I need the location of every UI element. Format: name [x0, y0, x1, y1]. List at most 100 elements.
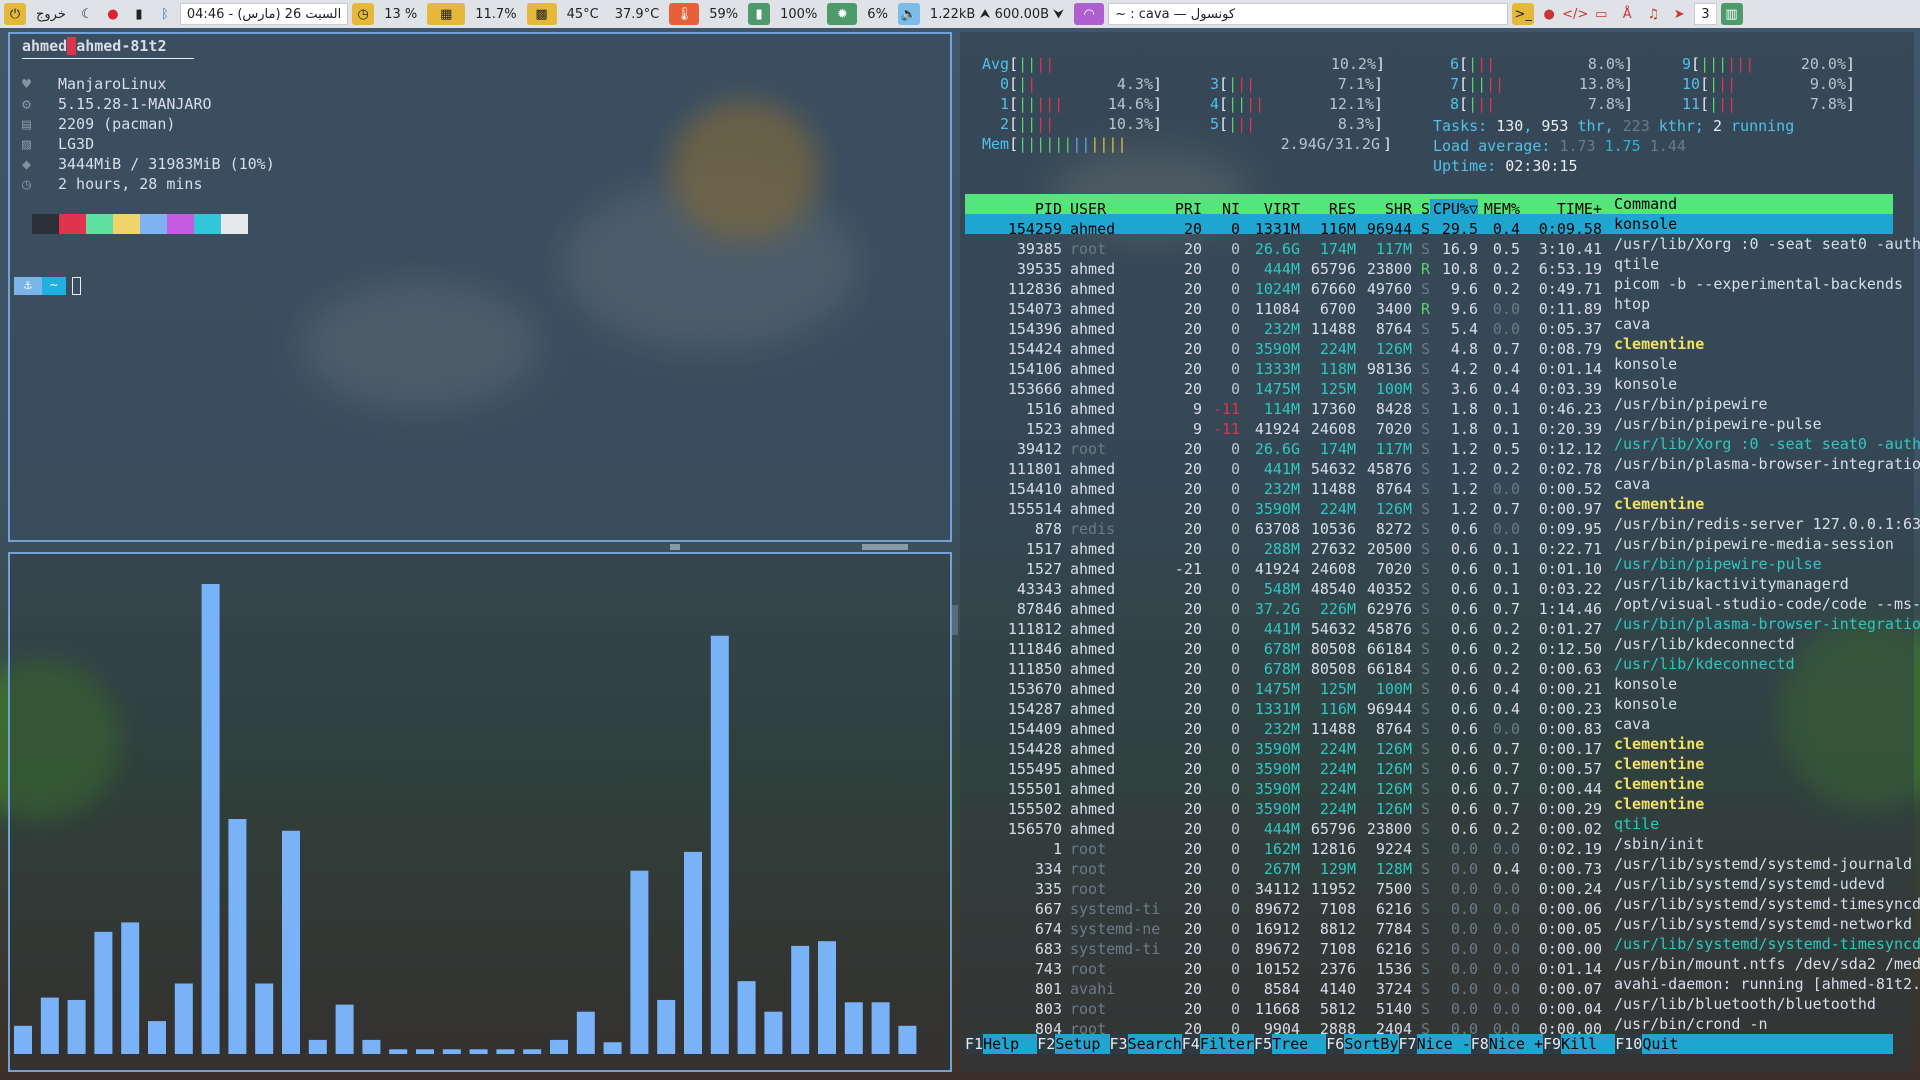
- spectrum-bar: [255, 983, 274, 1054]
- folder-icon[interactable]: ▭: [1590, 3, 1612, 25]
- process-row[interactable]: 154106 ahmed 20 0 1333M 118M 98136 S 4.2 0.4 0:01.…: [965, 354, 1893, 378]
- process-row[interactable]: 335 root 20 0 34112 11952 7500 S 0.0 0.0 0:00.24/u…: [965, 874, 1893, 898]
- process-row[interactable]: 111850 ahmed 20 0 678M 80508 66184 S 0.6 0.2 0:00.…: [965, 654, 1893, 678]
- moon-icon[interactable]: ☾: [76, 3, 98, 25]
- fkey-f7[interactable]: F7 Nice -: [1398, 1034, 1471, 1054]
- process-row[interactable]: 1527 ahmed -21 0 41924 24608 7020 S 0.6 0.1 0:01.1…: [965, 554, 1893, 578]
- cpu-meter: Avg[||||: [982, 54, 1054, 74]
- process-row[interactable]: 674 systemd-ne 20 0 16912 8812 7784 S 0.0 0.0 0:00…: [965, 914, 1912, 938]
- htop-window[interactable]: Avg[|||| 10.2%] 0[|| 4.3%] 1[||||| 14.6%] 2[||…: [960, 32, 1920, 1072]
- bracket: ]: [1153, 95, 1163, 113]
- resize-handle[interactable]: [670, 544, 680, 550]
- process-table-header[interactable]: PID USER PRI NI VIRT RES SHR S CPU%▽ MEM% TIME+ Com…: [965, 194, 1893, 219]
- process-row[interactable]: 153666 ahmed 20 0 1475M 125M 100M S 3.6 0.4 0:03.3…: [965, 374, 1893, 398]
- cell-cmd: clementine: [1614, 495, 1705, 513]
- spectrum-bar: [523, 1049, 542, 1054]
- notification-icon[interactable]: ●: [102, 3, 124, 25]
- process-row[interactable]: 39412 root 20 0 26.6G 174M 117M S 1.2 0.5 0:12.12/…: [965, 434, 1920, 458]
- terminal-window[interactable]: ahmed@ahmed-81t2 ♥ ManjaroLinux ⚙ 5.15.28-1…: [8, 32, 952, 542]
- process-row[interactable]: 39535 ahmed 20 0 444M 65796 23800 R 10.8 0.2 6:53.…: [965, 254, 1893, 278]
- process-row[interactable]: 683 systemd-ti 20 0 89672 7108 6216 S 0.0 0.0 0:00…: [965, 934, 1920, 958]
- process-row[interactable]: 801 avahi 20 0 8584 4140 3724 S 0.0 0.0 0:00.07 ava…: [965, 974, 1920, 998]
- process-row[interactable]: 156570 ahmed 20 0 444M 65796 23800 S 0.6 0.2 0:00.…: [965, 814, 1893, 838]
- datetime[interactable]: السبت 26 (مارس) - 04:46: [179, 3, 349, 25]
- process-row[interactable]: 1523 ahmed 9 -11 41924 24608 7020 S 1.8 0.1 0:20.3…: [965, 414, 1893, 438]
- terminal-icon[interactable]: >_: [1512, 3, 1535, 25]
- volume-icon[interactable]: 🔈: [897, 3, 920, 25]
- power-icon[interactable]: ⏻: [4, 3, 26, 25]
- process-row[interactable]: 87846 ahmed 20 0 37.2G 226M 62976 S 0.6 0.7 1:14.4…: [965, 594, 1920, 618]
- process-row[interactable]: 1516 ahmed 9 -11 114M 17360 8428 S 1.8 0.1 0:46.23…: [965, 394, 1893, 418]
- cava-window[interactable]: [8, 552, 952, 1072]
- resize-handle[interactable]: [862, 544, 908, 550]
- cpu-label: 2: [1000, 115, 1010, 133]
- process-row[interactable]: 154410 ahmed 20 0 232M 11488 8764 S 1.2 0.0 0:00.5…: [965, 474, 1893, 498]
- bracket: ]: [1624, 95, 1634, 113]
- cpu-percent: 7.8%: [1587, 95, 1624, 113]
- process-row[interactable]: 39385 root 20 0 26.6G 174M 117M S 16.9 0.5 3:10.41…: [965, 234, 1920, 258]
- process-row[interactable]: 667 systemd-ti 20 0 89672 7108 6216 S 0.0 0.0 0:00…: [965, 894, 1920, 918]
- fkey-f4[interactable]: F4 Filter: [1181, 1034, 1254, 1054]
- process-row[interactable]: 154259 ahmed 20 0 1331M 116M 96944 S 29.5 0.4 0:09…: [965, 214, 1893, 238]
- process-row[interactable]: 155502 ahmed 20 0 3590M 224M 126M S 0.6 0.7 0:00.2…: [965, 794, 1893, 818]
- info-text: 3444MiB / 31983MiB (10%): [58, 155, 275, 173]
- process-row[interactable]: 155501 ahmed 20 0 3590M 224M 126M S 0.6 0.7 0:00.4…: [965, 774, 1893, 798]
- fkey-f2[interactable]: F2 Setup: [1037, 1034, 1110, 1054]
- scrollbar[interactable]: [952, 605, 958, 635]
- top-panel: ⏻ خروج ☾ ● ▮ ᛒ السبت 26 (مارس) - 04:46 ◷…: [0, 0, 1920, 28]
- workspace-indicator[interactable]: 3: [1694, 3, 1717, 25]
- chromium-icon[interactable]: ●: [1538, 3, 1560, 25]
- prompt-directory: ~: [41, 277, 66, 295]
- fkey-f8[interactable]: F8 Nice +: [1470, 1034, 1543, 1054]
- process-row[interactable]: 154409 ahmed 20 0 232M 11488 8764 S 0.6 0.0 0:00.8…: [965, 714, 1893, 738]
- process-row[interactable]: 154396 ahmed 20 0 232M 11488 8764 S 5.4 0.0 0:05.3…: [965, 314, 1893, 338]
- cpu-bar-sys: ||: [1237, 75, 1256, 93]
- process-row[interactable]: 154073 ahmed 20 0 11084 6700 3400 R 9.6 0.0 0:11.8…: [965, 294, 1893, 318]
- fkey-f9[interactable]: F9 Kill: [1543, 1034, 1616, 1054]
- cell-cmd: /usr/lib/systemd/systemd-udevd: [1614, 875, 1885, 893]
- process-row[interactable]: 334 root 20 0 267M 129M 128M S 0.0 0.4 0:00.73/usr…: [965, 854, 1912, 878]
- spectrum-bar: [362, 1039, 381, 1054]
- logout-button[interactable]: خروج: [30, 3, 72, 25]
- process-row[interactable]: 112836 ahmed 20 0 1024M 67660 49760 S 9.6 0.2 0:49…: [965, 274, 1903, 298]
- process-row[interactable]: 43343 ahmed 20 0 548M 48540 40352 S 0.6 0.1 0:03.2…: [965, 574, 1893, 598]
- function-key-bar[interactable]: F1 Help F2 Setup F3 Search F4 Filter F5 Tree F6…: [965, 1034, 1893, 1054]
- column-header[interactable]: Command: [1602, 194, 1920, 214]
- spectrum-bar: [657, 999, 676, 1054]
- cpu-label: 1: [1000, 95, 1010, 113]
- process-row[interactable]: 111801 ahmed 20 0 441M 54632 45876 S 1.2 0.2 0:02.…: [965, 454, 1920, 478]
- process-row[interactable]: 154287 ahmed 20 0 1331M 116M 96944 S 0.6 0.4 0:00.…: [965, 694, 1893, 718]
- music-icon[interactable]: ♫: [1642, 3, 1664, 25]
- text-icon[interactable]: Å: [1616, 3, 1638, 25]
- process-row[interactable]: 878 redis 20 0 63708 10536 8272 S 0.6 0.0 0:09.95/…: [965, 514, 1920, 538]
- cpu-meter: 7[||||: [1450, 74, 1504, 94]
- process-row[interactable]: 743 root 20 0 10152 2376 1536 S 0.0 0.0 0:01.14/us…: [965, 954, 1920, 978]
- fkey-f6[interactable]: F6 SortBy: [1326, 1034, 1399, 1054]
- layout-icon[interactable]: ▥: [1720, 3, 1743, 25]
- process-row[interactable]: 804 root 20 0 9904 2888 2404 S 0.0 0.0 0:00.00/usr…: [965, 1014, 1893, 1038]
- process-row[interactable]: 153670 ahmed 20 0 1475M 125M 100M S 0.6 0.4 0:00.2…: [965, 674, 1893, 698]
- fkey-f1[interactable]: F1 Help: [965, 1034, 1038, 1054]
- code-icon[interactable]: </>: [1562, 3, 1588, 25]
- wifi-icon[interactable]: ◠: [1074, 3, 1105, 25]
- process-row[interactable]: 155495 ahmed 20 0 3590M 224M 126M S 0.6 0.7 0:00.5…: [965, 754, 1893, 778]
- fkey-f10[interactable]: F10 Quit: [1615, 1034, 1893, 1054]
- process-row[interactable]: 155514 ahmed 20 0 3590M 224M 126M S 1.2 0.7 0:00.9…: [965, 494, 1893, 518]
- process-row[interactable]: 111846 ahmed 20 0 678M 80508 66184 S 0.6 0.2 0:12.…: [965, 634, 1893, 658]
- cell-cmd: /usr/bin/crond -n: [1614, 1015, 1768, 1033]
- process-row[interactable]: 154428 ahmed 20 0 3590M 224M 126M S 0.6 0.7 0:00.1…: [965, 734, 1893, 758]
- process-row[interactable]: 1 root 20 0 162M 12816 9224 S 0.0 0.0 0:02.19/sbin…: [965, 834, 1893, 858]
- signal-icon[interactable]: ▮: [128, 3, 150, 25]
- fkey-f5[interactable]: F5 Tree: [1254, 1034, 1327, 1054]
- process-row[interactable]: 111812 ahmed 20 0 441M 54632 45876 S 0.6 0.2 0:01.…: [965, 614, 1920, 638]
- bluetooth-icon[interactable]: ᛒ: [154, 3, 176, 25]
- fkey-key: F10: [1615, 1034, 1643, 1054]
- process-row[interactable]: 154424 ahmed 20 0 3590M 224M 126M S 4.8 0.7 0:08.7…: [965, 334, 1893, 358]
- telegram-icon[interactable]: ➤: [1668, 3, 1690, 25]
- process-table[interactable]: 154259 ahmed 20 0 1331M 116M 96944 S 29.5 0.4 0:09…: [965, 214, 1920, 1038]
- process-row[interactable]: 803 root 20 0 11668 5812 5140 S 0.0 0.0 0:00.04/us…: [965, 994, 1893, 1018]
- process-row[interactable]: 1517 ahmed 20 0 288M 27632 20500 S 0.6 0.1 0:22.71…: [965, 534, 1894, 558]
- fkey-f3[interactable]: F3 Search: [1109, 1034, 1182, 1054]
- fkey-key: F2: [1037, 1034, 1056, 1054]
- cell-cmd: konsole: [1614, 695, 1678, 713]
